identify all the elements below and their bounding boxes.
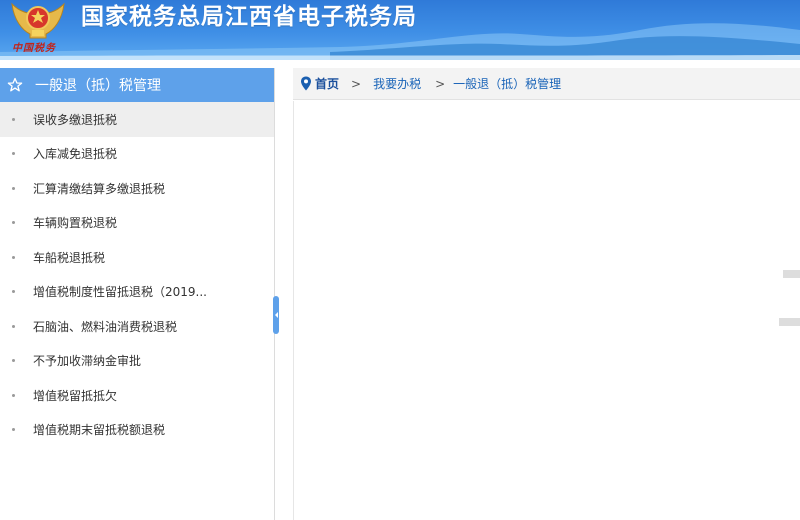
- breadcrumb-current-page: 一般退（抵）税管理: [453, 77, 562, 91]
- sidebar-item-vat-end-period-refund[interactable]: 增值税期末留抵税额退税: [0, 413, 274, 448]
- sidebar-item-label: 增值税期末留抵税额退税: [33, 423, 166, 438]
- bullet-icon: [12, 221, 15, 225]
- emblem-caption: 中国税务: [12, 43, 56, 54]
- sidebar-item-label: 不予加收滞纳金审批: [33, 354, 142, 369]
- sidebar-header[interactable]: 一般退（抵）税管理: [0, 68, 274, 102]
- bullet-icon: [12, 428, 15, 432]
- main-content-frame: [293, 101, 800, 520]
- breadcrumb-separator: >: [351, 76, 362, 91]
- bullet-icon: [12, 324, 15, 328]
- sidebar-item-storage-reduction-refund[interactable]: 入库减免退抵税: [0, 137, 274, 172]
- bullet-icon: [12, 152, 15, 156]
- sidebar-menu: 误收多缴退抵税 入库减免退抵税 汇算清缴结算多缴退抵税 车辆购置税退税 车船税退…: [0, 102, 274, 447]
- breadcrumb: 首页 > 我要办税 > 一般退（抵）税管理: [293, 68, 800, 100]
- site-header: 中国税务 国家税务总局江西省电子税务局: [0, 0, 800, 60]
- sidebar-collapse-handle[interactable]: [273, 296, 279, 334]
- sidebar-item-vat-retained-offset-arrears[interactable]: 增值税留抵抵欠: [0, 378, 274, 413]
- sidebar-item-annual-settlement-refund[interactable]: 汇算清缴结算多缴退抵税: [0, 171, 274, 206]
- sidebar-item-label: 汇算清缴结算多缴退抵税: [33, 181, 166, 196]
- sidebar-item-label: 入库减免退抵税: [33, 147, 118, 162]
- bullet-icon: [12, 393, 15, 397]
- scroll-indicator[interactable]: [783, 270, 800, 278]
- sidebar-item-label: 增值税制度性留抵退税（2019...: [33, 285, 207, 300]
- scroll-indicator[interactable]: [779, 318, 800, 326]
- breadcrumb-separator: >: [435, 76, 446, 91]
- bullet-icon: [12, 117, 15, 121]
- sidebar-item-naphtha-fuel-oil-refund[interactable]: 石脑油、燃料油消费税退税: [0, 309, 274, 344]
- site-title: 国家税务总局江西省电子税务局: [81, 4, 417, 30]
- bullet-icon: [12, 290, 15, 294]
- breadcrumb-home-link[interactable]: 首页: [315, 75, 339, 92]
- sidebar-title: 一般退（抵）税管理: [35, 78, 161, 94]
- sidebar-item-label: 误收多缴退抵税: [33, 112, 118, 127]
- sidebar-item-vehicle-vessel-tax-refund[interactable]: 车船税退抵税: [0, 240, 274, 275]
- breadcrumb-link-tax-services[interactable]: 我要办税: [373, 75, 421, 92]
- sidebar-item-vehicle-purchase-tax-refund[interactable]: 车辆购置税退税: [0, 206, 274, 241]
- sidebar-item-label: 车辆购置税退税: [33, 216, 118, 231]
- sidebar-item-erroneous-overpayment-refund[interactable]: 误收多缴退抵税: [0, 102, 274, 137]
- sidebar: 一般退（抵）税管理 误收多缴退抵税 入库减免退抵税 汇算清缴结算多缴退抵税 车辆…: [0, 68, 275, 520]
- sidebar-item-label: 石脑油、燃料油消费税退税: [33, 319, 178, 334]
- location-pin-icon: [301, 76, 311, 91]
- sidebar-item-label: 增值税留抵抵欠: [33, 388, 118, 403]
- bullet-icon: [12, 255, 15, 259]
- sidebar-item-label: 车船税退抵税: [33, 250, 106, 265]
- chevron-left-icon: [274, 312, 278, 318]
- bullet-icon: [12, 186, 15, 190]
- star-outline-icon: [7, 77, 23, 92]
- sidebar-item-vat-retained-refund[interactable]: 增值税制度性留抵退税（2019...: [0, 275, 274, 310]
- sidebar-item-late-fee-exemption[interactable]: 不予加收滞纳金审批: [0, 344, 274, 379]
- bullet-icon: [12, 359, 15, 363]
